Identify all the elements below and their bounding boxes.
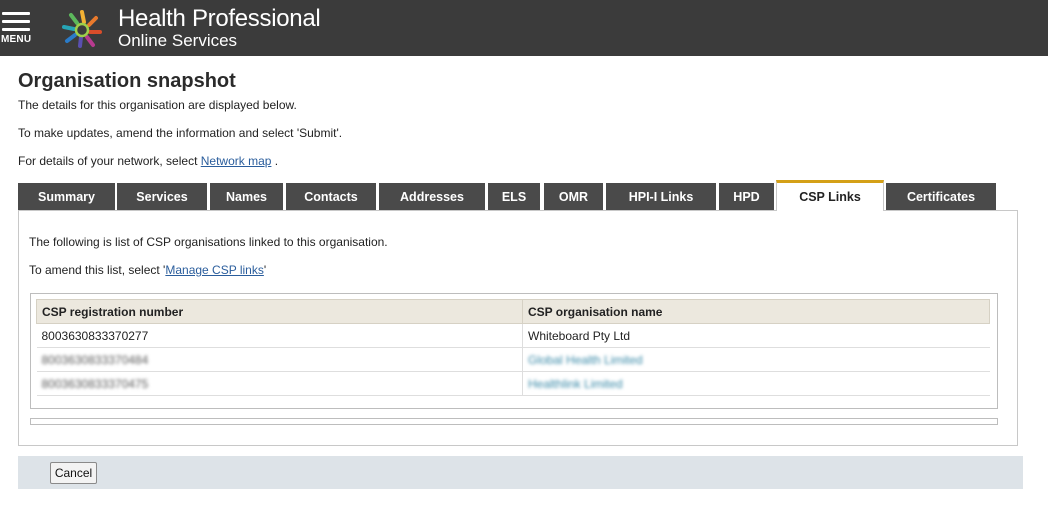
- csp-amend-instruction: To amend this list, select 'Manage CSP l…: [29, 263, 266, 277]
- tab-omr[interactable]: OMR: [544, 183, 603, 210]
- csp-links-table: CSP registration number CSP organisation…: [36, 299, 990, 396]
- tab-names[interactable]: Names: [210, 183, 283, 210]
- cancel-button[interactable]: Cancel: [50, 462, 97, 484]
- column-header-registration-number: CSP registration number: [36, 299, 523, 324]
- page-title: Organisation snapshot: [18, 70, 236, 92]
- menu-label: MENU: [1, 34, 32, 45]
- hamburger-icon-line: [2, 20, 30, 23]
- tab-certificates[interactable]: Certificates: [886, 183, 996, 210]
- tab-summary[interactable]: Summary: [18, 183, 115, 210]
- csp-list-description: The following is list of CSP organisatio…: [29, 235, 388, 249]
- network-map-link[interactable]: Network map: [201, 154, 272, 168]
- csp-table-container: CSP registration number CSP organisation…: [30, 293, 998, 409]
- tab-hpi-i-links[interactable]: HPI-I Links: [606, 183, 716, 210]
- table-header-row: CSP registration number CSP organisation…: [36, 299, 990, 324]
- table-row: 8003630833370484 Global Health Limited: [36, 347, 990, 372]
- tab-csp-links[interactable]: CSP Links: [776, 180, 884, 211]
- intro-text-1: The details for this organisation are di…: [18, 98, 297, 112]
- manage-csp-links-link[interactable]: Manage CSP links: [165, 263, 264, 277]
- column-header-organisation-name: CSP organisation name: [522, 299, 990, 324]
- intro-text-3: For details of your network, select Netw…: [18, 154, 278, 168]
- hamburger-icon: [2, 12, 30, 15]
- table-row: 8003630833370475 Healthlink Limited: [36, 371, 990, 396]
- tab-els[interactable]: ELS: [488, 183, 540, 210]
- csp-registration-number: 8003630833370277: [36, 323, 523, 348]
- star-logo-icon: [62, 10, 102, 48]
- intro-text-2: To make updates, amend the information a…: [18, 126, 343, 140]
- tab-addresses[interactable]: Addresses: [379, 183, 485, 210]
- action-bar: Cancel: [18, 456, 1023, 489]
- csp-amend-suffix: ': [263, 263, 267, 277]
- csp-registration-number: 8003630833370484: [36, 347, 523, 372]
- tab-services[interactable]: Services: [117, 183, 207, 210]
- brand-title: Health Professional: [118, 5, 321, 32]
- brand-subtitle: Online Services: [118, 31, 238, 50]
- hamburger-icon-line: [2, 28, 30, 31]
- csp-organisation-name: Global Health Limited: [522, 347, 990, 372]
- table-row: 8003630833370277 Whiteboard Pty Ltd: [36, 323, 990, 348]
- csp-links-panel: The following is list of CSP organisatio…: [18, 210, 1018, 446]
- tab-hpd[interactable]: HPD: [719, 183, 774, 210]
- csp-organisation-name: Healthlink Limited: [522, 371, 990, 396]
- top-bar: MENU Health Professional Online Services: [0, 0, 1048, 56]
- intro-text-3-prefix: For details of your network, select: [18, 154, 201, 168]
- csp-registration-number: 8003630833370475: [36, 371, 523, 396]
- tab-contacts[interactable]: Contacts: [286, 183, 376, 210]
- intro-text-3-suffix: .: [271, 154, 279, 168]
- csp-organisation-name: Whiteboard Pty Ltd: [522, 323, 990, 348]
- empty-table-strip: [30, 418, 998, 425]
- menu-button[interactable]: MENU: [0, 0, 48, 56]
- csp-amend-prefix: To amend this list, select ': [29, 263, 166, 277]
